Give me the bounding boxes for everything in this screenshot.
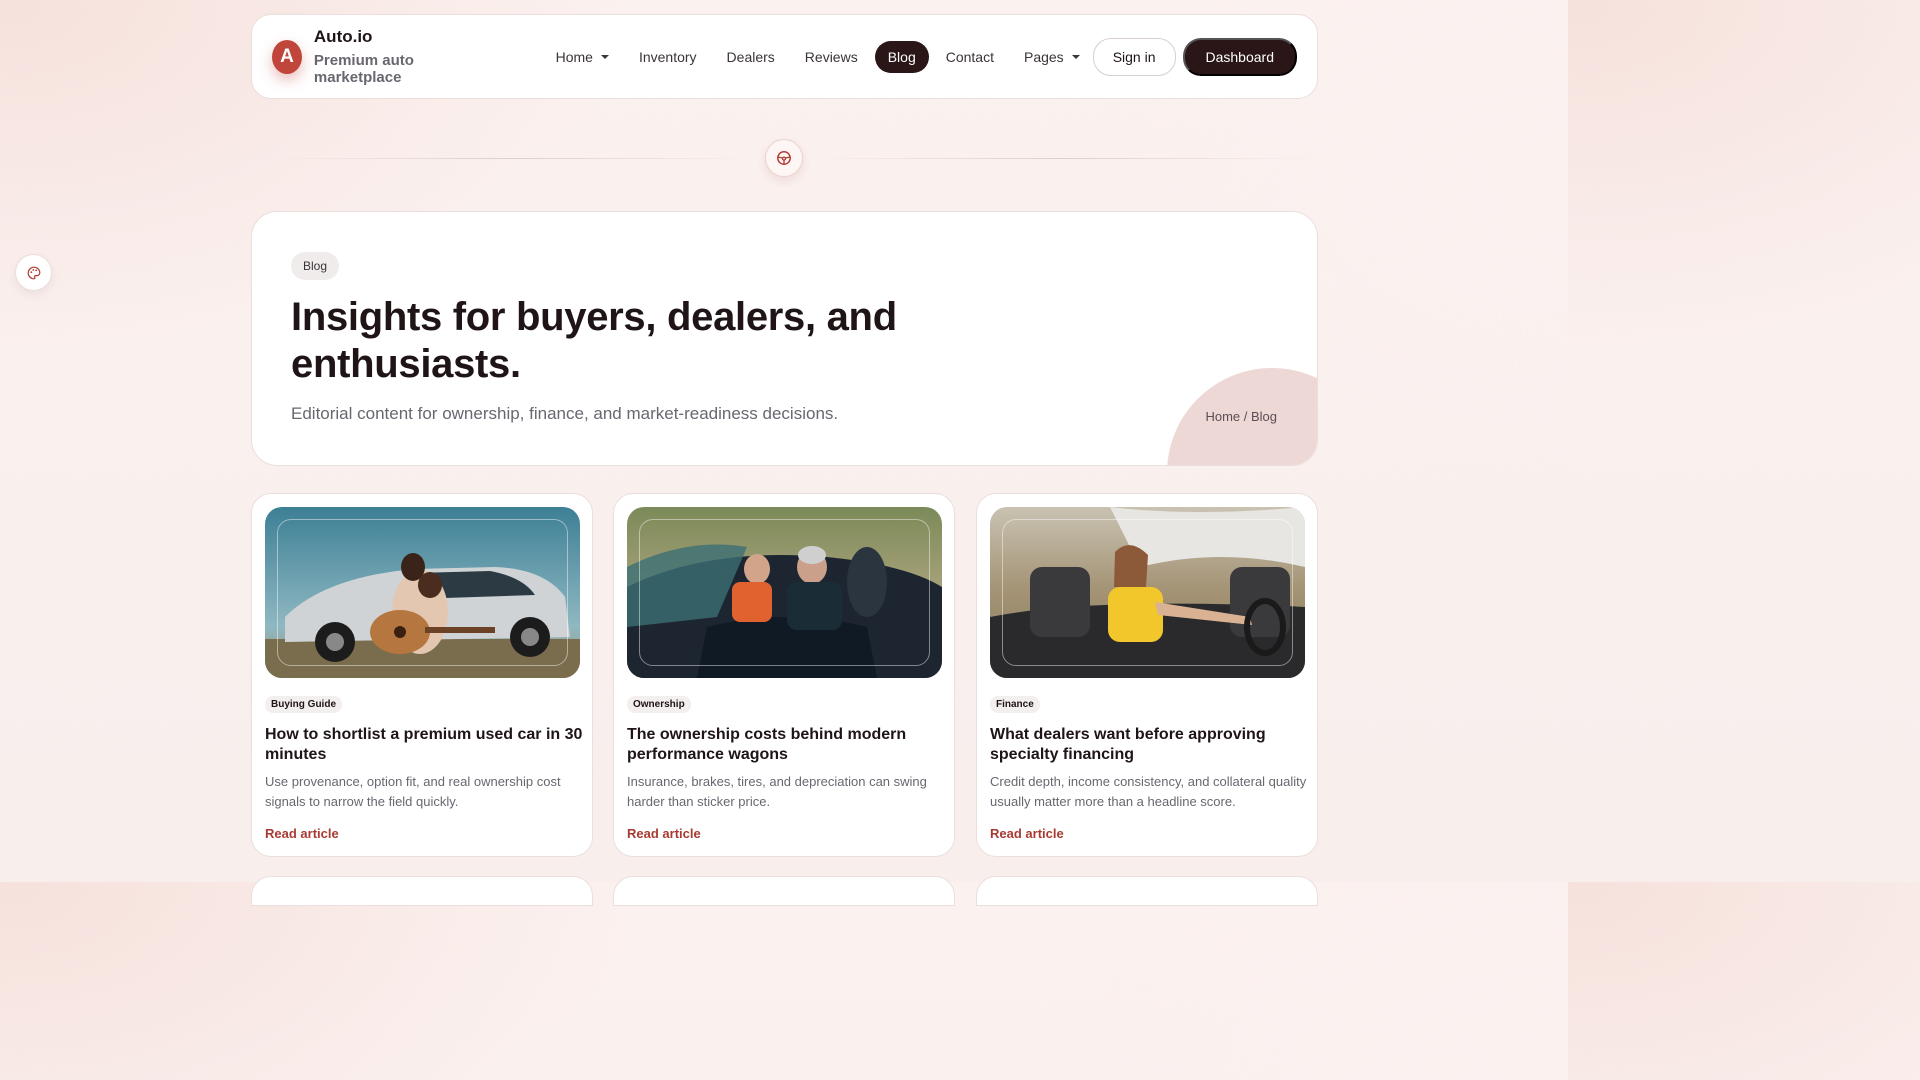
dashboard-button[interactable]: Dashboard — [1182, 37, 1297, 76]
divider-line-right — [806, 158, 1316, 159]
article-description: Credit depth, income consistency, and co… — [990, 774, 1307, 809]
main-nav: Home Inventory Dealers Reviews Blog Cont… — [543, 40, 1093, 73]
chevron-down-icon — [1071, 54, 1080, 59]
read-article-link[interactable]: Read article — [627, 826, 701, 841]
nav-item-reviews[interactable]: Reviews — [792, 41, 871, 73]
brand-block: Auto.io Premium auto marketplace — [314, 27, 483, 86]
article-category: Ownership — [627, 696, 691, 713]
article-card[interactable]: Finance What dealers want before approvi… — [976, 493, 1318, 857]
page-subtitle: Editorial content for ownership, finance… — [291, 404, 839, 423]
read-article-link[interactable]: Read article — [265, 826, 339, 841]
read-article-link[interactable]: Read article — [990, 826, 1064, 841]
palette-icon — [27, 266, 40, 279]
blog-hero: Blog Insights for buyers, dealers, and e… — [251, 211, 1318, 466]
top-navbar: A Auto.io Premium auto marketplace Home … — [251, 14, 1318, 99]
page-title: Insights for buyers, dealers, and enthus… — [291, 295, 897, 386]
article-card-partial[interactable] — [613, 876, 955, 906]
image-frame — [1002, 519, 1293, 666]
nav-item-blog[interactable]: Blog — [874, 40, 929, 73]
nav-item-contact[interactable]: Contact — [933, 41, 1007, 73]
article-image[interactable] — [990, 507, 1305, 678]
nav-item-label: Contact — [945, 48, 994, 65]
nav-item-label: Home — [555, 48, 593, 65]
chevron-down-icon — [600, 54, 609, 59]
article-description: Insurance, brakes, tires, and depreciati… — [627, 774, 927, 809]
nav-item-inventory[interactable]: Inventory — [626, 41, 710, 73]
article-title[interactable]: What dealers want before approving speci… — [990, 725, 1310, 765]
sign-in-button[interactable]: Sign in — [1092, 37, 1176, 76]
article-card[interactable]: Ownership The ownership costs behind mod… — [613, 493, 955, 857]
article-image[interactable] — [627, 507, 942, 678]
article-card[interactable]: Buying Guide How to shortlist a premium … — [251, 493, 593, 857]
nav-item-pages[interactable]: Pages — [1011, 41, 1093, 73]
article-image[interactable] — [265, 507, 580, 678]
brand-logo[interactable]: A — [272, 39, 302, 74]
article-title[interactable]: The ownership costs behind modern perfor… — [627, 725, 947, 765]
section-pill: Blog — [291, 252, 340, 280]
steering-wheel-icon — [765, 139, 803, 177]
nav-item-home[interactable]: Home — [543, 41, 622, 73]
nav-item-label: Pages — [1023, 48, 1064, 65]
nav-item-label: Blog — [887, 48, 916, 65]
nav-item-dealers[interactable]: Dealers — [714, 41, 788, 73]
brand-name[interactable]: Auto.io — [314, 27, 483, 47]
nav-item-label: Reviews — [804, 48, 858, 65]
nav-item-label: Inventory — [638, 48, 697, 65]
breadcrumb[interactable]: Home / Blog — [1205, 409, 1277, 424]
article-category: Buying Guide — [265, 696, 342, 713]
divider-line-left — [262, 158, 762, 159]
theme-palette-button[interactable] — [15, 254, 52, 291]
article-card-partial[interactable] — [976, 876, 1318, 906]
header-actions: Sign in Dashboard — [1092, 37, 1297, 76]
image-frame — [277, 519, 568, 666]
image-frame — [639, 519, 930, 666]
nav-item-label: Dealers — [726, 48, 775, 65]
article-description: Use provenance, option fit, and real own… — [265, 774, 561, 809]
article-category: Finance — [990, 696, 1040, 713]
article-title[interactable]: How to shortlist a premium used car in 3… — [265, 725, 585, 765]
brand-tagline: Premium auto marketplace — [313, 52, 414, 86]
article-card-partial[interactable] — [251, 876, 593, 906]
